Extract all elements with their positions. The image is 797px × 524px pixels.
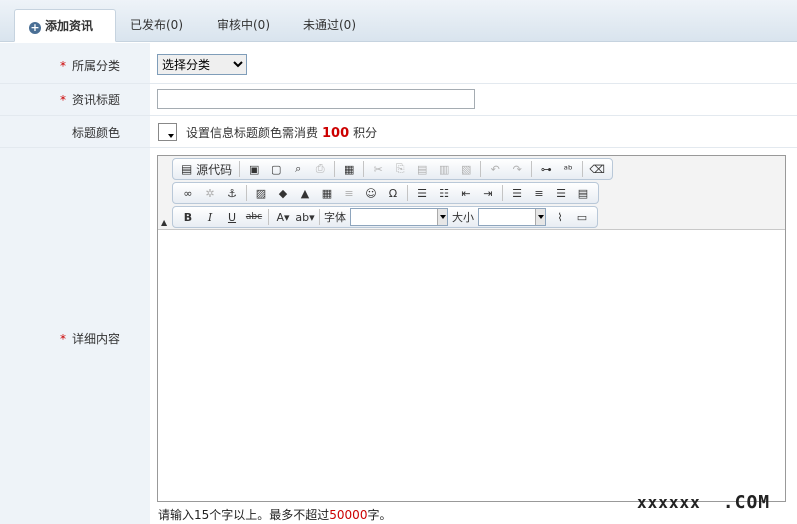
tab-bar: + 添加资讯 已发布(0) 审核中(0) 未通过(0) — [0, 0, 797, 42]
font-size-label: 大小 — [452, 211, 474, 224]
color-label: 标题颜色 — [71, 126, 120, 140]
templates-icon[interactable]: ▦ — [339, 160, 359, 178]
align-right-icon[interactable]: ☰ — [551, 184, 571, 202]
underline-icon[interactable]: U — [222, 208, 242, 226]
category-select[interactable]: 选择分类 — [157, 54, 247, 75]
anchor-icon[interactable]: ⚓ — [222, 184, 242, 202]
chevron-down-icon — [437, 209, 447, 225]
align-justify-icon[interactable]: ▤ — [573, 184, 593, 202]
strikethrough-icon[interactable]: abc — [244, 208, 264, 226]
smiley-icon[interactable]: ☺ — [361, 184, 381, 202]
bold-icon[interactable]: B — [178, 208, 198, 226]
tab-published[interactable]: 已发布(0) — [130, 9, 183, 42]
special-char-icon[interactable]: Ω — [383, 184, 403, 202]
link-icon[interactable]: ∞ — [178, 184, 198, 202]
text-color-icon[interactable]: A▾ — [273, 208, 293, 226]
print-icon[interactable]: ⎙ — [310, 160, 330, 178]
find-icon[interactable]: ⊶ — [536, 160, 556, 178]
unlink-icon[interactable]: ✲ — [200, 184, 220, 202]
tab-add-news[interactable]: + 添加资讯 — [14, 9, 116, 42]
flash-icon[interactable]: ◆ — [273, 184, 293, 202]
source-icon: ▤ — [181, 162, 193, 176]
color-picker[interactable] — [158, 123, 177, 141]
copy-icon[interactable]: ⎘ — [390, 160, 410, 178]
tab-label: 添加资讯 — [45, 19, 94, 33]
numbered-list-icon[interactable]: ☰ — [412, 184, 432, 202]
toolbar-row-1: ▤ 源代码 ▣ ▢ ⌕ ⎙ ▦ ✂ ⎘ ▤ ▥ ▧ ↶ ↷ ⊶ ᵃᵇ ⌫ — [172, 158, 614, 180]
content-label: * 详细内容 — [59, 332, 120, 346]
tab-reviewing[interactable]: 审核中(0) — [217, 9, 270, 42]
media-icon[interactable]: ▭ — [572, 208, 592, 226]
eraser-icon[interactable]: ⌫ — [587, 160, 607, 178]
tab-rejected[interactable]: 未通过(0) — [303, 9, 356, 42]
paste-word-icon[interactable]: ▧ — [456, 160, 476, 178]
redo-icon[interactable]: ↷ — [507, 160, 527, 178]
replace-icon[interactable]: ᵃᵇ — [558, 160, 578, 178]
bullet-list-icon[interactable]: ☷ — [434, 184, 454, 202]
font-size-select[interactable] — [478, 208, 546, 226]
toolbar-row-3: B I U abc A▾ ab▾ 字体 大小 ⌇ ▭ — [172, 206, 598, 228]
source-button[interactable]: ▤ 源代码 — [178, 160, 235, 178]
chevron-down-icon — [535, 209, 545, 225]
title-label: * 资讯标题 — [59, 93, 120, 107]
bg-color-icon[interactable]: ab▾ — [295, 208, 315, 226]
content-hint: 请输入15个字以上。最多不超过50000字。 — [158, 508, 392, 522]
attachment-icon[interactable]: ⌇ — [550, 208, 570, 226]
paste-icon[interactable]: ▤ — [412, 160, 432, 178]
category-label: * 所属分类 — [59, 59, 120, 73]
color-cost-text: 设置信息标题颜色需消费 100 积分 — [186, 126, 378, 141]
font-family-select[interactable] — [350, 208, 448, 226]
italic-icon[interactable]: I — [200, 208, 220, 226]
undo-icon[interactable]: ↶ — [485, 160, 505, 178]
title-input[interactable] — [157, 89, 475, 109]
row-divider — [0, 147, 797, 148]
table-icon[interactable]: ▦ — [317, 184, 337, 202]
toolbar-row-2: ∞ ✲ ⚓ ▨ ◆ ▲ ▦ ≡ ☺ Ω ☰ ☷ ⇤ ⇥ ☰ ≡ ☰ ▤ — [172, 182, 599, 204]
align-center-icon[interactable]: ≡ — [529, 184, 549, 202]
upload-image-icon[interactable]: ▲ — [295, 184, 315, 202]
collapse-toolbar-icon[interactable]: ▲ — [161, 218, 167, 227]
paste-text-icon[interactable]: ▥ — [434, 160, 454, 178]
plus-icon: + — [29, 21, 41, 34]
new-page-icon[interactable]: ▢ — [266, 160, 286, 178]
row-divider — [0, 115, 797, 116]
editor-toolbar: ▤ 源代码 ▣ ▢ ⌕ ⎙ ▦ ✂ ⎘ ▤ ▥ ▧ ↶ ↷ ⊶ ᵃᵇ ⌫ ∞ ✲ — [158, 156, 785, 230]
outdent-icon[interactable]: ⇤ — [456, 184, 476, 202]
chevron-down-icon — [168, 134, 174, 138]
align-left-icon[interactable]: ☰ — [507, 184, 527, 202]
cut-icon[interactable]: ✂ — [368, 160, 388, 178]
points-value: 100 — [322, 126, 350, 141]
rich-text-editor: ▤ 源代码 ▣ ▢ ⌕ ⎙ ▦ ✂ ⎘ ▤ ▥ ▧ ↶ ↷ ⊶ ᵃᵇ ⌫ ∞ ✲ — [157, 155, 786, 502]
row-divider — [0, 83, 797, 84]
preview-icon[interactable]: ⌕ — [288, 160, 308, 178]
editor-content-area[interactable] — [158, 231, 785, 501]
image-icon[interactable]: ▨ — [251, 184, 271, 202]
watermark: xxxxxx .COM — [637, 492, 771, 513]
horizontal-rule-icon[interactable]: ≡ — [339, 184, 359, 202]
indent-icon[interactable]: ⇥ — [478, 184, 498, 202]
font-family-label: 字体 — [324, 211, 346, 224]
save-icon[interactable]: ▣ — [244, 160, 264, 178]
